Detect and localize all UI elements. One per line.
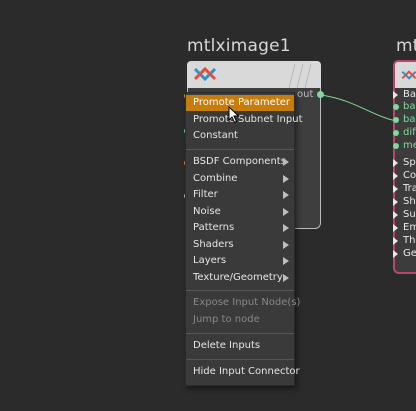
menu-item-label: Noise <box>193 206 221 217</box>
menu-item-label: Shaders <box>193 239 234 250</box>
submenu-arrow-icon <box>283 208 289 216</box>
menu-item-shaders[interactable]: Shaders <box>186 237 294 253</box>
input-port[interactable] <box>393 130 399 136</box>
menu-separator <box>186 359 294 360</box>
output-port[interactable] <box>317 91 324 98</box>
menu-item-hide-input-connector[interactable]: Hide Input Connector <box>186 364 300 380</box>
submenu-arrow-icon <box>283 274 289 282</box>
input-port[interactable] <box>393 117 399 123</box>
menu-item-label: Promote Parameter <box>193 97 291 108</box>
menu-item-label: Expose Input Node(s) <box>193 297 301 308</box>
menu-item-bsdf-components[interactable]: BSDF Components <box>186 154 294 170</box>
menu-item-label: Jump to node <box>193 314 260 325</box>
menu-item-texture-geometry[interactable]: Texture/Geometry <box>186 270 294 286</box>
node2-input-label: bas <box>403 114 416 125</box>
menu-item-filter[interactable]: Filter <box>186 187 294 203</box>
menu-separator <box>186 333 294 334</box>
menu-item-layers[interactable]: Layers <box>186 253 294 269</box>
submenu-arrow-icon <box>283 224 289 232</box>
node-title: mtlximage1 <box>187 36 291 56</box>
expand-triangle-icon[interactable] <box>393 185 398 193</box>
collapse-triangle-icon[interactable] <box>393 91 398 99</box>
node-header[interactable] <box>187 61 321 88</box>
menu-item-promote-subnet-input[interactable]: Promote Subnet Input <box>186 112 303 128</box>
menu-item-label: Texture/Geometry <box>193 272 283 283</box>
menu-item-delete-inputs[interactable]: Delete Inputs <box>186 338 294 354</box>
node2-input-label: Em <box>403 222 416 233</box>
submenu-arrow-icon <box>283 241 289 249</box>
menu-item-label: Constant <box>193 130 238 141</box>
expand-triangle-icon[interactable] <box>393 198 398 206</box>
node2-input-label: Sub <box>403 209 416 220</box>
node2-input-label: Bas <box>403 89 416 100</box>
submenu-arrow-icon <box>283 257 289 265</box>
node2-input-label: diff <box>403 127 416 138</box>
materialx-logo-icon <box>401 70 416 80</box>
menu-item-label: Hide Input Connector <box>193 366 300 377</box>
menu-item-promote-parameter[interactable]: Promote Parameter <box>186 95 294 111</box>
menu-item-label: Delete Inputs <box>193 340 261 351</box>
expand-triangle-icon[interactable] <box>393 237 398 245</box>
menu-item-noise[interactable]: Noise <box>186 204 294 220</box>
menu-item-jump-to-node: Jump to node <box>186 312 294 328</box>
node2-title: mt <box>396 36 416 56</box>
node2-input-label: me <box>403 140 416 151</box>
menu-separator <box>186 290 294 291</box>
output-label: out <box>297 89 314 100</box>
mouse-cursor-icon <box>228 106 240 124</box>
node2-input-label: Thi <box>403 235 416 246</box>
menu-item-expose-input-nodes: Expose Input Node(s) <box>186 295 300 311</box>
input-port[interactable] <box>393 143 399 149</box>
expand-triangle-icon[interactable] <box>393 224 398 232</box>
node2-input-label: Tra <box>403 183 416 194</box>
node-header-stripes <box>288 63 312 88</box>
node2-input-label: Geo <box>403 248 416 259</box>
menu-item-label: Promote Subnet Input <box>193 114 303 125</box>
submenu-arrow-icon <box>283 158 289 166</box>
submenu-arrow-icon <box>283 175 289 183</box>
expand-triangle-icon[interactable] <box>393 172 398 180</box>
submenu-arrow-icon <box>283 191 289 199</box>
menu-item-label: Layers <box>193 255 227 266</box>
node2-input-label: Spe <box>403 157 416 168</box>
menu-separator <box>186 149 294 150</box>
menu-item-label: Combine <box>193 173 238 184</box>
menu-item-combine[interactable]: Combine <box>186 171 294 187</box>
expand-triangle-icon[interactable] <box>393 159 398 167</box>
node2-input-label: Coa <box>403 170 416 181</box>
menu-item-label: Patterns <box>193 222 235 233</box>
expand-triangle-icon[interactable] <box>393 250 398 258</box>
context-menu: Promote Parameter Promote Subnet Input C… <box>185 92 303 386</box>
input-port[interactable] <box>393 104 399 110</box>
node2-header[interactable] <box>393 60 416 88</box>
node2-input-label: She <box>403 196 416 207</box>
menu-item-constant[interactable]: Constant <box>186 128 294 144</box>
expand-triangle-icon[interactable] <box>393 211 398 219</box>
menu-item-label: Filter <box>193 189 218 200</box>
menu-item-label: BSDF Components <box>193 156 286 167</box>
menu-item-patterns[interactable]: Patterns <box>186 220 294 236</box>
node2-input-label: bas <box>403 101 416 112</box>
